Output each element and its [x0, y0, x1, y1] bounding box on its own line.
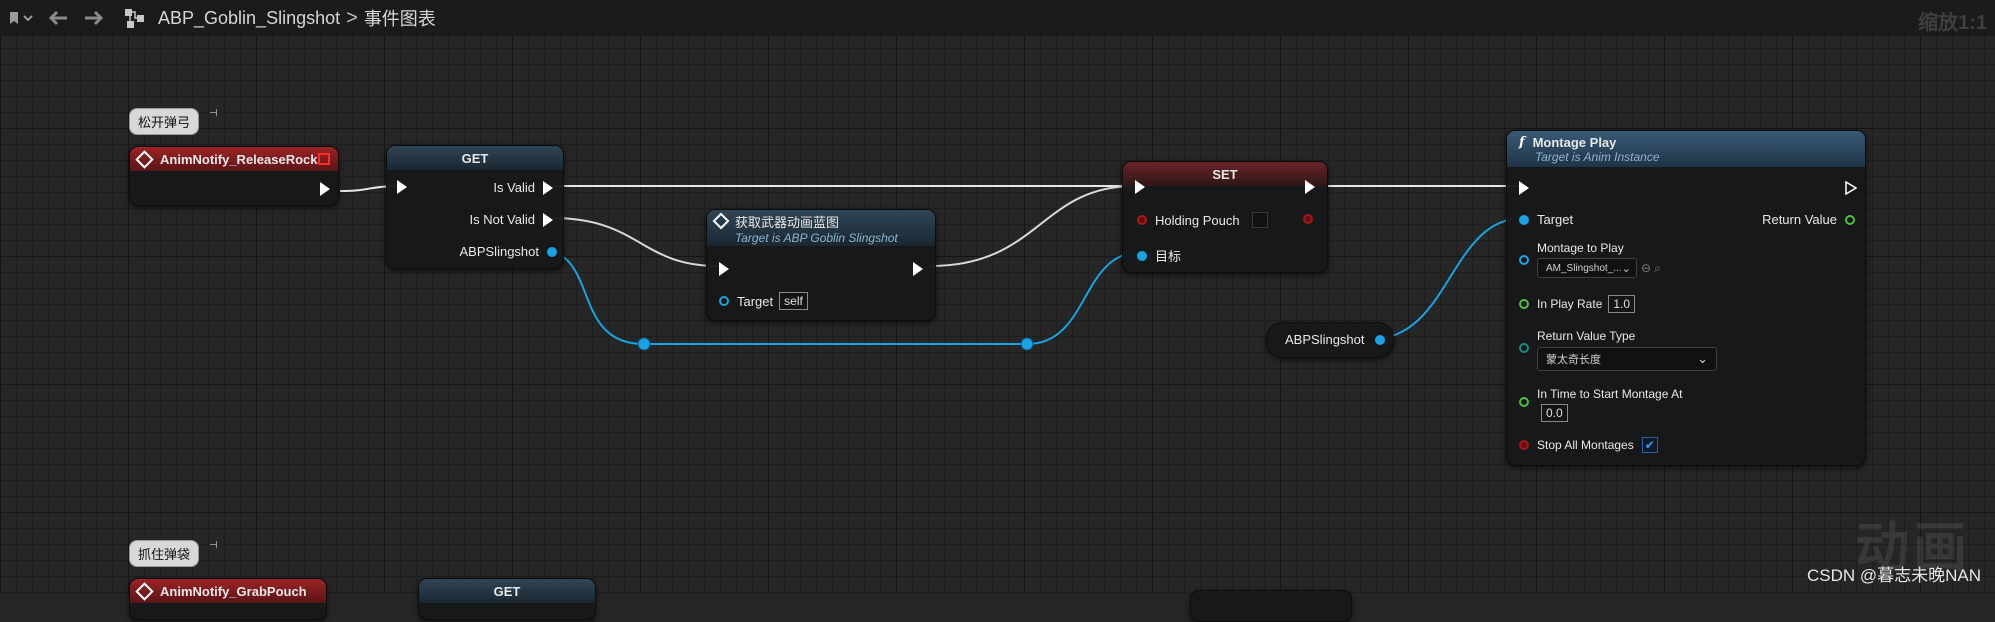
montage-asset-value: AM_Slingshot_...: [1546, 262, 1622, 274]
target-input-pin[interactable]: Target self: [719, 292, 808, 310]
chevron-down-icon: ⌄: [1697, 351, 1708, 366]
zoom-level: 缩放1:1: [1918, 12, 1987, 34]
exec-output-pin[interactable]: [913, 262, 923, 276]
exec-input-pin[interactable]: [719, 262, 729, 276]
exec-input-pin[interactable]: [1135, 180, 1145, 194]
return-value-type-dropdown[interactable]: 蒙太奇长度 ⌄: [1537, 347, 1717, 371]
holding-pouch-checkbox[interactable]: [1251, 212, 1268, 228]
exec-output-pin[interactable]: [1845, 181, 1857, 195]
node-header: 获取武器动画蓝图 Target is ABP Goblin Slingshot: [707, 210, 935, 246]
get-validated-node[interactable]: GET Is Valid Is Not Valid ABPSlingshot: [386, 145, 564, 269]
stop-all-montages-checkbox[interactable]: ✔: [1641, 437, 1658, 453]
node-header: AnimNotify_ReleaseRock: [130, 147, 338, 171]
node-subtitle: Target is ABP Goblin Slingshot: [735, 230, 898, 245]
pin-label: In Time to Start Montage At: [1537, 387, 1683, 401]
breadcrumb-graph[interactable]: 事件图表: [364, 5, 436, 31]
graph-toolbar: ABP_Goblin_Slingshot > 事件图表 缩放1:1: [0, 0, 1995, 36]
anim-notify-release-node[interactable]: AnimNotify_ReleaseRock: [129, 146, 339, 206]
return-type-option: 蒙太奇长度: [1546, 354, 1601, 366]
object-wire: [1371, 217, 1524, 340]
node-title: Montage Play: [1532, 134, 1617, 150]
exec-output-pin[interactable]: [1305, 180, 1315, 194]
comment-bubble-release[interactable]: 松开弹弓: [129, 108, 200, 135]
in-play-rate-pin[interactable]: In Play Rate 1.0: [1519, 295, 1636, 313]
play-rate-field[interactable]: 1.0: [1608, 295, 1636, 313]
get-weapon-anim-blueprint-node[interactable]: 获取武器动画蓝图 Target is ABP Goblin Slingshot …: [706, 209, 936, 321]
node-header: SET: [1123, 162, 1327, 186]
bookmark-icon: [10, 12, 33, 24]
node-subtitle: Target is Anim Instance: [1535, 149, 1660, 164]
node-header: AnimNotify_GrabPouch: [130, 579, 326, 603]
delegate-pin-icon[interactable]: [318, 153, 330, 165]
pin-label: Montage to Play: [1537, 241, 1624, 255]
montage-play-node[interactable]: f Montage Play Target is Anim Instance T…: [1506, 130, 1866, 466]
target-input-pin[interactable]: Target: [1519, 212, 1573, 227]
node-title: AnimNotify_ReleaseRock: [160, 151, 318, 167]
back-button[interactable]: [40, 0, 76, 36]
event-icon: [135, 149, 154, 169]
pin-label: ABPSlingshot: [459, 244, 540, 259]
node-header: GET: [419, 579, 595, 603]
exec-wire: [929, 185, 1136, 267]
breadcrumb-separator: >: [346, 6, 358, 29]
target-value-field[interactable]: self: [779, 292, 808, 310]
pin-label: Is Not Valid: [469, 212, 535, 227]
reroute-node: [637, 337, 651, 351]
forward-button[interactable]: [76, 0, 112, 36]
exec-input-pin[interactable]: [1519, 181, 1529, 195]
breadcrumb-blueprint[interactable]: ABP_Goblin_Slingshot: [158, 8, 340, 29]
pin-comment-icon[interactable]: ⊣: [209, 108, 218, 119]
chevron-down-icon: ⌄: [1621, 262, 1631, 275]
use-selected-asset-icon[interactable]: ⊖: [1641, 261, 1651, 275]
pin-label: Target: [1537, 212, 1574, 227]
comment-bubble-grab[interactable]: 抓住弹袋: [129, 540, 200, 567]
reroute-node: [1020, 337, 1034, 351]
holding-pouch-input-pin[interactable]: Holding Pouch: [1137, 212, 1268, 228]
pin-label: Holding Pouch: [1155, 212, 1240, 228]
arrow-left-icon: [48, 10, 67, 26]
anim-notify-grab-node[interactable]: AnimNotify_GrabPouch: [129, 578, 327, 620]
bookmark-dropdown-button[interactable]: [0, 0, 40, 36]
variable-label: ABPSlingshot: [1285, 332, 1365, 347]
pin-label: 目标: [1155, 249, 1182, 264]
cast-icon: [712, 212, 730, 230]
pin-label: Is Valid: [493, 180, 535, 195]
browse-asset-icon[interactable]: ⌕: [1654, 261, 1661, 276]
abpslingshot-variable-node[interactable]: ABPSlingshot: [1266, 322, 1394, 358]
watermark-csdn: CSDN @暮志未晚NAN: [1806, 566, 1981, 585]
pin-label: Return Value: [1762, 212, 1837, 227]
stop-all-montages-pin[interactable]: Stop All Montages ✔: [1519, 437, 1658, 453]
set-variable-node[interactable]: SET Holding Pouch 目标: [1122, 161, 1328, 273]
pin-label: Return Value Type: [1537, 329, 1636, 343]
node-header: f Montage Play Target is Anim Instance: [1507, 131, 1865, 167]
abpslingshot-output-pin[interactable]: ABPSlingshot: [459, 244, 557, 259]
pin-label: In Play Rate: [1537, 297, 1603, 311]
start-time-field[interactable]: 0.0: [1541, 404, 1568, 422]
in-time-to-start-pin[interactable]: In Time to Start Montage At 0.0: [1519, 387, 1682, 422]
holding-pouch-output-pin[interactable]: [1303, 214, 1313, 224]
return-value-type-pin[interactable]: Return Value Type 蒙太奇长度 ⌄: [1519, 329, 1717, 371]
variable-output-pin[interactable]: ABPSlingshot: [1285, 332, 1385, 347]
exec-output-pin[interactable]: [320, 182, 330, 196]
node-title: AnimNotify_GrabPouch: [160, 583, 307, 599]
event-icon: [135, 581, 154, 601]
is-valid-pin[interactable]: Is Valid: [493, 180, 553, 195]
is-not-valid-pin[interactable]: Is Not Valid: [469, 212, 553, 227]
montage-asset-selector[interactable]: AM_Slingshot_... ⌄: [1537, 258, 1637, 278]
get-validated-node-2[interactable]: GET: [418, 578, 596, 620]
montage-to-play-pin[interactable]: Montage to Play AM_Slingshot_... ⌄ ⊖ ⌕: [1519, 241, 1661, 278]
target-input-pin[interactable]: 目标: [1137, 246, 1181, 265]
pin-label: Target: [737, 293, 774, 309]
exec-input-pin[interactable]: [397, 180, 407, 194]
partial-node[interactable]: [1190, 590, 1352, 622]
function-icon: f: [1519, 134, 1525, 150]
pin-comment-icon[interactable]: ⊣: [209, 540, 218, 551]
node-title: 获取武器动画蓝图: [735, 214, 840, 230]
return-value-pin[interactable]: Return Value: [1762, 212, 1855, 227]
graph-type-icon: [120, 0, 150, 36]
exec-wire: [551, 217, 719, 267]
node-header: GET: [387, 146, 563, 170]
pin-label: Stop All Montages: [1537, 438, 1634, 452]
arrow-right-icon: [85, 10, 104, 26]
